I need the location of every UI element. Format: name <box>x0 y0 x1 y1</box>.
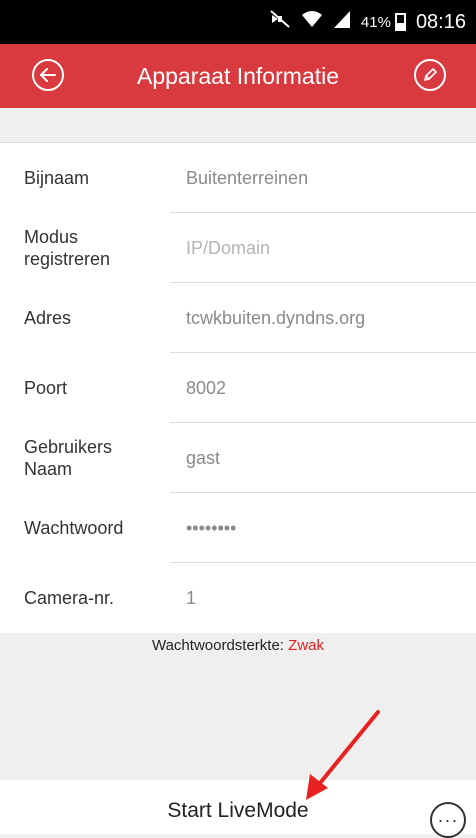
clock: 08:16 <box>415 10 466 33</box>
more-options-button[interactable]: ··· <box>430 802 466 838</box>
start-livemode-button[interactable]: Start LiveMode <box>0 780 476 834</box>
battery-percent: 41% <box>360 13 391 31</box>
battery-icon <box>394 13 406 31</box>
camera-number-field[interactable]: 1 <box>186 563 466 633</box>
password-strength-label: Wachtwoordsterkte: <box>151 637 284 654</box>
field-label: Camera-nr. <box>24 588 115 608</box>
pencil-icon <box>424 68 437 81</box>
form-row-password[interactable]: Wachtwoord •••••••• <box>0 493 476 563</box>
form-row-port[interactable]: Poort 8002 <box>0 353 476 423</box>
annotation-arrow-icon <box>306 710 380 800</box>
app-bar: Apparaat Informatie <box>0 44 476 108</box>
form-row-camera-number[interactable]: Camera-nr. 1 <box>0 563 476 633</box>
signal-icon <box>333 9 351 35</box>
mute-icon <box>269 9 291 35</box>
port-field[interactable]: 8002 <box>186 353 466 423</box>
field-label: Gebruikers Naam <box>24 437 113 479</box>
page-title: Apparaat Informatie <box>136 63 339 89</box>
more-icon: ··· <box>437 809 459 830</box>
field-label: Adres <box>24 308 72 328</box>
register-mode-field[interactable]: IP/Domain <box>186 213 466 283</box>
form-row-nickname[interactable]: Bijnaam Buitenterreinen <box>0 143 476 213</box>
header-spacer <box>0 108 476 143</box>
status-bar: 41% 08:16 <box>0 0 476 44</box>
address-field[interactable]: tcwkbuiten.dyndns.org <box>186 283 466 353</box>
battery-indicator: 41% <box>361 13 406 31</box>
username-field[interactable]: gast <box>186 423 466 493</box>
password-strength-level: Zwak <box>288 637 324 654</box>
field-label: Bijnaam <box>24 168 90 188</box>
form-row-address[interactable]: Adres tcwkbuiten.dyndns.org <box>0 283 476 353</box>
password-strength: Wachtwoordsterkte: Zwak <box>0 637 476 654</box>
edit-button[interactable] <box>414 59 446 91</box>
password-field[interactable]: •••••••• <box>186 493 466 563</box>
field-label: Modus registreren <box>24 227 111 269</box>
nickname-field[interactable]: Buitenterreinen <box>186 143 466 213</box>
wifi-icon <box>301 9 323 35</box>
form-row-register-mode[interactable]: Modus registreren IP/Domain <box>0 213 476 283</box>
bottom-bar: Start LiveMode ··· <box>0 780 476 838</box>
form-row-username[interactable]: Gebruikers Naam gast <box>0 423 476 493</box>
field-label: Wachtwoord <box>24 518 124 538</box>
field-label: Poort <box>24 378 68 398</box>
device-info-form: Bijnaam Buitenterreinen Modus registrere… <box>0 143 476 633</box>
